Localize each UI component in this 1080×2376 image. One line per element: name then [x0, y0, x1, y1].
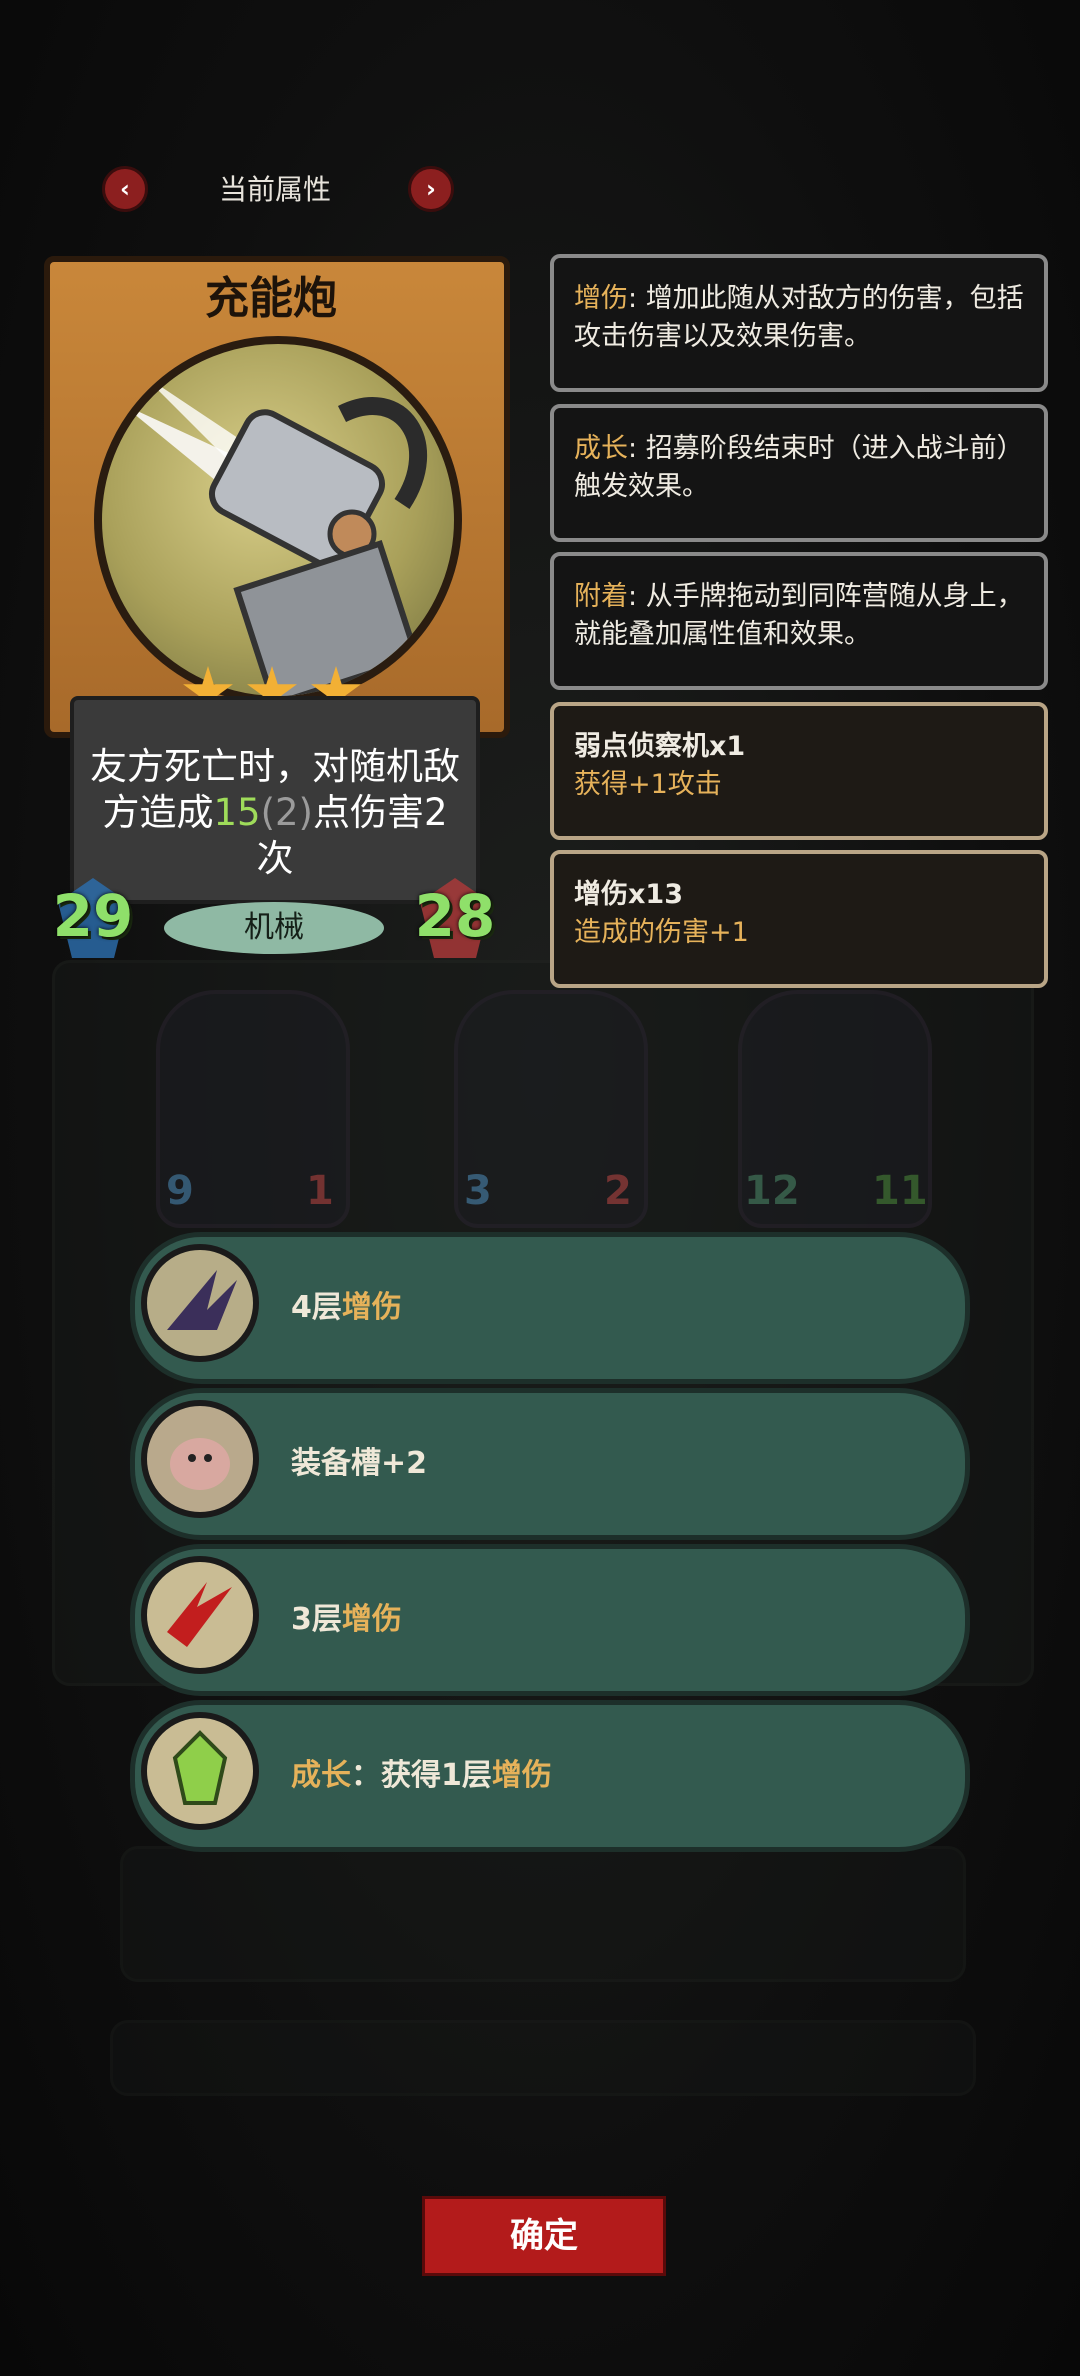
buff-pre: 4层: [291, 1290, 342, 1325]
confirm-button[interactable]: 确定: [422, 2196, 666, 2276]
ability-line-2: 方造成15(2)点伤害2次: [86, 790, 464, 882]
board-unit-1: 9 1: [156, 990, 350, 1228]
board-unit-2-attack: 3: [464, 1168, 492, 1214]
applied-title: 弱点侦察机x1: [574, 731, 746, 762]
chevron-left-icon: ‹: [120, 175, 130, 203]
card-name: 充能炮: [205, 273, 337, 324]
board-unit-1-health: 1: [306, 1168, 334, 1214]
crystal-glyph: [172, 1730, 228, 1805]
pig-icon: [141, 1400, 259, 1518]
board-unit-3-attack: 12: [744, 1168, 800, 1214]
buff-row-4: 成长：获得1层增伤: [130, 1700, 970, 1852]
board-unit-2: 3 2: [454, 990, 648, 1228]
slash-glyph: [167, 1582, 232, 1647]
buff-label: 4层增伤: [291, 1237, 402, 1379]
buff-key: 增伤: [341, 1290, 402, 1325]
buff-label: 装备槽+2: [291, 1393, 427, 1535]
applied-box-2: 增伤x13 造成的伤害+1: [550, 850, 1048, 988]
board-unit-2-health: 2: [604, 1168, 632, 1214]
keyword-sep: :: [628, 283, 646, 314]
attack-value: 29: [52, 882, 134, 950]
ability-pre: 方造成: [102, 791, 214, 834]
board-unit-1-attack: 9: [166, 1168, 194, 1214]
keyword-term: 成长: [574, 433, 628, 464]
keyword-sep: :: [628, 433, 646, 464]
buff-row-2: 装备槽+2: [130, 1388, 970, 1540]
applied-box-1: 弱点侦察机x1 获得+1攻击: [550, 702, 1048, 840]
cannon-illustration: [122, 374, 428, 696]
unit-card: 充能炮 友方死亡时，对随机敌 方造成15(2)点伤害2次 29 机械 28: [44, 256, 510, 958]
keyword-box-attach: 附着: 从手牌拖动到同阵营随从身上，就能叠加属性值和效果。: [550, 552, 1048, 690]
next-button[interactable]: ›: [408, 166, 454, 212]
buff-label: 3层增伤: [291, 1549, 402, 1691]
keyword-box-damage-boost: 增伤: 增加此随从对敌方的伤害，包括攻击伤害以及效果伤害。: [550, 254, 1048, 392]
board-unit-3: 12 11: [738, 990, 932, 1228]
buff-label: 成长：获得1层增伤: [291, 1705, 552, 1847]
prev-button[interactable]: ‹: [102, 166, 148, 212]
blood-slash-icon: [141, 1556, 259, 1674]
card-text-box: 友方死亡时，对随机敌 方造成15(2)点伤害2次: [70, 696, 480, 904]
tribe-badge: 机械: [164, 902, 384, 954]
cannon-art-icon: [94, 336, 462, 704]
claw-glyph: [167, 1270, 237, 1330]
buff-row-3: 3层增伤: [130, 1544, 970, 1696]
pig-glyph: [170, 1438, 230, 1490]
claw-icon: [141, 1244, 259, 1362]
shop-area: [110, 2020, 976, 2096]
card-ability-text: 友方死亡时，对随机敌 方造成15(2)点伤害2次: [86, 744, 464, 882]
keyword-term: 附着: [574, 581, 628, 612]
health-value: 28: [414, 882, 496, 950]
buff-key-2: 增伤: [491, 1758, 552, 1793]
ability-bonus: (2): [260, 791, 313, 834]
buff-pre: 装备槽+2: [291, 1446, 428, 1481]
buff-row-1: 4层增伤: [130, 1232, 970, 1384]
keyword-box-growth: 成长: 招募阶段结束时（进入战斗前）触发效果。: [550, 404, 1048, 542]
buff-key: 成长: [291, 1758, 351, 1793]
ability-line-1: 友方死亡时，对随机敌: [90, 745, 460, 788]
crystal-icon: [141, 1712, 259, 1830]
page-title: 当前属性: [218, 173, 331, 206]
buff-pre: 3层: [291, 1602, 342, 1637]
buff-post: ：获得1层: [351, 1758, 492, 1793]
applied-effect: 造成的伤害+1: [574, 917, 749, 948]
applied-title: 增伤x13: [574, 879, 683, 910]
ability-damage: 15: [213, 791, 261, 834]
chevron-right-icon: ›: [426, 175, 436, 203]
hand-area: [120, 1846, 966, 1982]
keyword-sep: :: [628, 581, 646, 612]
board-unit-3-health: 11: [872, 1168, 928, 1214]
applied-effect: 获得+1攻击: [574, 769, 722, 800]
keyword-term: 增伤: [574, 283, 628, 314]
buff-key: 增伤: [341, 1602, 402, 1637]
